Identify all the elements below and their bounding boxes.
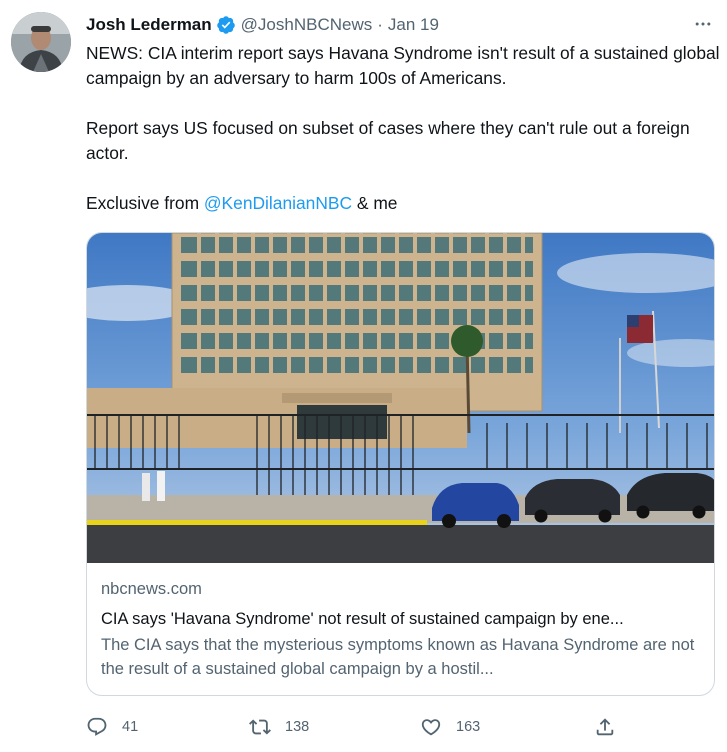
tweet-paragraph-3-suffix: & me [352, 193, 398, 213]
card-domain: nbcnews.com [101, 580, 202, 598]
author-handle[interactable]: @JoshNBCNews [241, 15, 373, 35]
tweet-header: Josh Lederman @JoshNBCNews · Jan 19 [86, 13, 717, 37]
tweet-paragraph-3-prefix: Exclusive from [86, 193, 204, 213]
retweet-button[interactable]: 138 [249, 712, 309, 742]
more-icon[interactable] [691, 12, 715, 36]
mention-link[interactable]: @KenDilanianNBC [204, 193, 352, 213]
reply-icon [86, 716, 108, 738]
share-button[interactable] [594, 712, 616, 742]
share-icon [594, 716, 616, 738]
author-avatar[interactable] [11, 12, 71, 72]
tweet-actions: 41 138 163 [86, 712, 720, 742]
author-name[interactable]: Josh Lederman [86, 15, 212, 35]
card-image[interactable] [87, 233, 714, 563]
separator-dot: · [377, 15, 383, 34]
avatar-photo [11, 12, 71, 72]
like-button[interactable]: 163 [420, 712, 480, 742]
card-title: CIA says 'Havana Syndrome' not result of… [101, 610, 624, 628]
tweet-paragraph-2: Report says US focused on subset of case… [86, 118, 690, 163]
tweet-timestamp[interactable]: Jan 19 [388, 15, 439, 35]
embassy-photo [87, 233, 714, 563]
card-description: The CIA says that the mysterious symptom… [101, 636, 695, 678]
tweet-text: NEWS: CIA interim report says Havana Syn… [86, 41, 720, 216]
tweet-paragraph-1: NEWS: CIA interim report says Havana Syn… [86, 43, 720, 88]
card-meta: nbcnews.com CIA says 'Havana Syndrome' n… [101, 577, 700, 681]
retweet-icon [249, 716, 271, 738]
verified-badge-icon [216, 15, 236, 35]
reply-count: 41 [122, 719, 139, 735]
like-icon [420, 716, 442, 738]
tweet-paragraph-3: Exclusive from @KenDilanianNBC & me [86, 191, 720, 216]
link-card[interactable]: nbcnews.com CIA says 'Havana Syndrome' n… [86, 232, 715, 696]
retweet-count: 138 [285, 719, 310, 735]
like-count: 163 [456, 719, 481, 735]
reply-button[interactable]: 41 [86, 712, 138, 742]
